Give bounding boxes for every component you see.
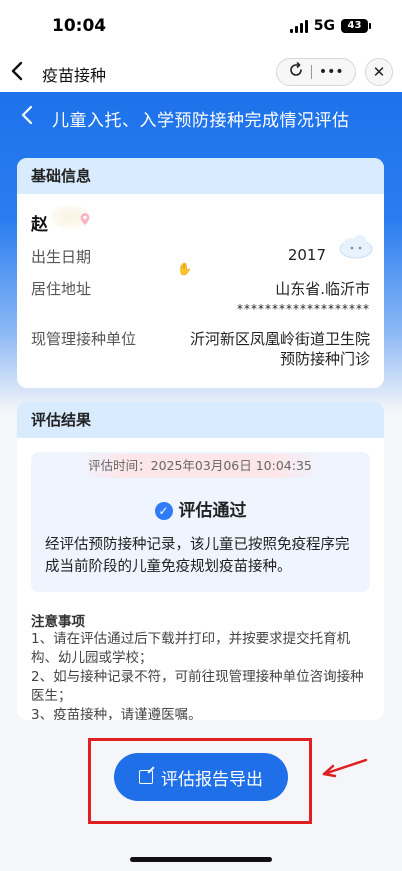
- network-label: 5G: [313, 18, 335, 34]
- note-item: 3、疫苗接种，请谨遵医嘱。: [31, 707, 202, 720]
- address-label: 居住地址: [31, 280, 92, 298]
- note-item: 2、如与接种记录不符，可前往现管理接种单位咨询接种医生；: [31, 669, 364, 704]
- cloud-sticker-icon: [339, 235, 373, 259]
- note-item: 1、请在评估通过后下载并打印，并按要求提交托育机构、幼儿园或学校；: [31, 631, 351, 666]
- address-masked: *******************: [237, 302, 370, 316]
- notes-list: 1、请在评估通过后下载并打印，并按要求提交托育机构、幼儿园或学校； 2、如与接种…: [31, 630, 370, 720]
- birth-date-label: 出生日期: [31, 248, 92, 266]
- page-title: 儿童入托、入学预防接种完成情况评估: [52, 111, 350, 131]
- chevron-left-icon[interactable]: [10, 60, 30, 84]
- result-box: 评估时间：2025年03月06日 10:04:35 ✓ 评估通过 经评估预防接种记…: [31, 452, 370, 592]
- result-status: ✓ 评估通过: [31, 496, 370, 521]
- status-indicators: 5G 43: [289, 18, 371, 34]
- export-button-label: 评估报告导出: [161, 769, 263, 790]
- result-description: 经评估预防接种记录，该儿童已按照免疫程序完成当前阶段的儿童免疫规划疫苗接种。: [45, 537, 350, 575]
- close-icon[interactable]: ✕: [365, 58, 393, 86]
- result-card: 评估结果 评估时间：2025年03月06日 10:04:35 ✓ 评估通过 经评估…: [17, 402, 384, 720]
- child-name: 赵: [31, 215, 48, 235]
- result-heading: 评估结果: [17, 402, 384, 438]
- hand-sticker-icon: ✋: [177, 262, 192, 276]
- app-nav-bar: 疫苗接种 ••• ✕: [0, 52, 402, 92]
- status-bar: 10:04 5G 43: [0, 0, 402, 52]
- battery-icon: 43: [341, 19, 371, 33]
- basic-info-heading: 基础信息: [17, 158, 384, 194]
- edit-icon: [139, 770, 153, 784]
- clinic-value: 沂河新区凤凰岭街道卫生院: [189, 330, 370, 348]
- app-title: 疫苗接种: [42, 66, 107, 85]
- address-value: 山东省.临沂市: [275, 280, 370, 298]
- evaluation-time: 评估时间：2025年03月06日 10:04:35: [75, 454, 325, 478]
- clinic-label: 现管理接种单位: [31, 330, 137, 348]
- location-pin-icon: [80, 213, 90, 225]
- more-icon[interactable]: •••: [319, 64, 344, 80]
- export-report-button[interactable]: 评估报告导出: [114, 753, 288, 801]
- notes-title: 注意事项: [31, 614, 85, 630]
- result-status-text: 评估通过: [178, 501, 247, 521]
- signal-icon: [289, 19, 308, 33]
- page-back-icon[interactable]: [20, 104, 34, 131]
- mini-program-capsule: •••: [276, 58, 356, 86]
- red-arrow-annotation: [322, 758, 368, 778]
- birth-date-value: 2017: [287, 246, 326, 264]
- basic-info-card: 基础信息 赵 出生日期 2017 ✋ 居住地址 山东省.临沂市 ********…: [17, 158, 384, 388]
- refresh-icon[interactable]: [288, 62, 304, 82]
- capsule-divider: [311, 65, 313, 79]
- status-time: 10:04: [52, 16, 107, 36]
- home-indicator: [130, 857, 272, 862]
- check-circle-icon: ✓: [154, 502, 173, 520]
- clinic-value-line2: 预防接种门诊: [279, 350, 370, 368]
